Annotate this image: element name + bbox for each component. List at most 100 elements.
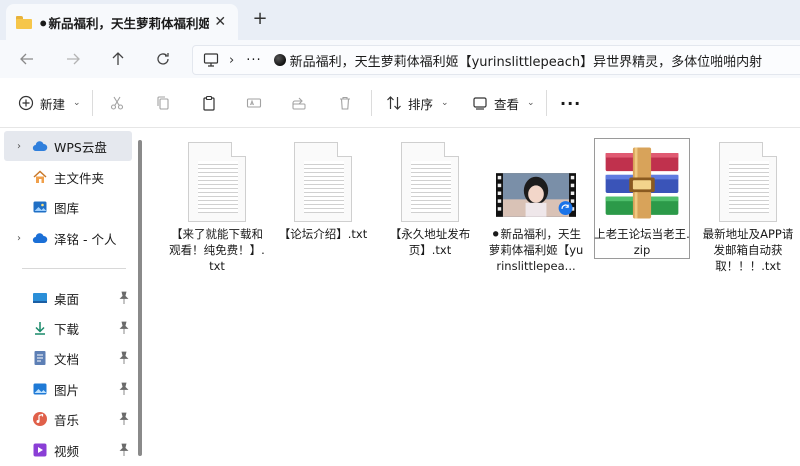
new-button[interactable]: 新建 ⌄ [18, 92, 81, 114]
sidebar-scrollbar[interactable] [138, 140, 142, 456]
cloud-icon [32, 138, 48, 154]
file-name: 【永久地址发布页】.txt [389, 227, 471, 257]
file-item[interactable]: 最新地址及APP请发邮箱自动获取！！！.txt [700, 138, 796, 288]
arrow-left-icon [20, 53, 33, 65]
new-tab-button[interactable]: + [251, 9, 269, 29]
download-icon [32, 320, 48, 336]
copy-button[interactable] [155, 92, 171, 114]
sidebar-item-downloads[interactable]: 下载 [4, 313, 132, 343]
sidebar-item-documents[interactable]: 文档 [4, 343, 132, 373]
sidebar-item-desktop[interactable]: 桌面 [4, 283, 132, 313]
plus-circle-icon [18, 95, 34, 111]
pin-icon[interactable] [118, 351, 130, 365]
chevron-down-icon: ⌄ [73, 98, 81, 108]
rename-icon [246, 98, 262, 108]
share-icon [292, 97, 306, 110]
file-name: 最新地址及APP请发邮箱自动获取！！！.txt [702, 227, 794, 273]
video-thumbnail [496, 140, 576, 222]
gallery-icon [32, 199, 48, 215]
clipboard-icon [203, 95, 215, 111]
more-options-button[interactable]: ··· [560, 92, 581, 114]
chevron-down-icon: ⌄ [441, 98, 449, 108]
sidebar-item-home[interactable]: 主文件夹 [4, 162, 132, 192]
sidebar-item-label: 桌面 [54, 291, 80, 307]
desktop-icon [32, 290, 48, 306]
trash-icon [340, 96, 350, 110]
view-icon [473, 97, 487, 110]
command-bar: 新建 ⌄ 排序 ⌄ 查看 ⌄ ··· [0, 78, 800, 128]
cut-button[interactable] [109, 92, 125, 114]
sidebar-item-gallery[interactable]: 图库 [4, 192, 132, 222]
sidebar-item-label: 下载 [54, 321, 80, 337]
refresh-icon [157, 53, 169, 65]
paste-button[interactable] [201, 92, 217, 114]
zip-archive-icon [602, 140, 682, 222]
file-item[interactable]: 【永久地址发布页】.txt [382, 138, 478, 288]
chevron-right-icon[interactable]: › [12, 141, 26, 152]
new-button-label: 新建 [40, 96, 66, 112]
chevron-right-icon[interactable]: › [12, 233, 26, 244]
tab-current-folder[interactable]: ⚫新品福利，天生萝莉体福利姬 ✕ [6, 4, 238, 40]
sidebar-item-label: WPS云盘 [54, 139, 107, 155]
music-icon [32, 411, 48, 427]
share-button[interactable] [291, 92, 307, 114]
toolbar-divider [546, 90, 547, 116]
document-icon [32, 350, 48, 366]
sidebar-item-wps-cloud[interactable]: › WPS云盘 [4, 131, 132, 161]
refresh-button[interactable] [152, 48, 174, 70]
breadcrumb-separator[interactable]: › [229, 53, 234, 68]
file-item[interactable]: 上老王论坛当老王.zip [594, 138, 690, 259]
address-bar[interactable]: › ··· 新品福利，天生萝莉体福利姬【yurinslittlepeach】异世… [192, 45, 800, 75]
toolbar-divider [371, 90, 372, 116]
toolbar-divider [92, 90, 93, 116]
sidebar-divider [22, 268, 126, 269]
scissors-icon [110, 96, 124, 110]
sort-button[interactable]: 排序 ⌄ [386, 92, 449, 114]
pin-icon[interactable] [118, 321, 130, 335]
onedrive-cloud-icon [32, 230, 48, 246]
view-button-label: 查看 [494, 96, 520, 112]
delete-button[interactable] [337, 92, 353, 114]
monitor-icon [203, 53, 219, 67]
navigation-bar: › ··· 新品福利，天生萝莉体福利姬【yurinslittlepeach】异世… [0, 40, 800, 78]
file-name: 【论坛介绍】.txt [278, 227, 368, 241]
pin-icon[interactable] [118, 412, 130, 426]
home-icon [32, 169, 48, 185]
picture-icon [32, 381, 48, 397]
pin-icon[interactable] [118, 382, 130, 396]
text-file-icon [708, 140, 788, 222]
file-item[interactable]: 【来了就能下载和观看！纯免费！】.txt [169, 138, 265, 288]
folder-icon [16, 15, 32, 29]
file-item[interactable]: ⚫新品福利，天生萝莉体福利姬【yurinslittlepea... [488, 138, 584, 288]
sidebar-item-videos[interactable]: 视频 [4, 435, 132, 465]
file-item[interactable]: 【论坛介绍】.txt [275, 138, 371, 288]
file-name: ⚫新品福利，天生萝莉体福利姬【yurinslittlepea... [488, 227, 584, 273]
file-name: 【来了就能下载和观看！纯免费！】.txt [169, 227, 265, 273]
breadcrumb-overflow[interactable]: ··· [246, 53, 261, 68]
text-file-icon [177, 140, 257, 222]
sidebar-item-pictures[interactable]: 图片 [4, 374, 132, 404]
rename-button[interactable] [246, 92, 262, 114]
pin-icon[interactable] [118, 443, 130, 457]
tab-strip: ⚫新品福利，天生萝莉体福利姬 ✕ + [0, 0, 800, 40]
view-button[interactable]: 查看 ⌄ [472, 92, 535, 114]
tab-close-icon[interactable]: ✕ [213, 14, 229, 30]
sidebar-item-label: 泽铭 - 个人 [54, 231, 117, 247]
video-icon [32, 442, 48, 458]
chevron-down-icon: ⌄ [527, 98, 535, 108]
up-button[interactable] [107, 48, 129, 70]
text-file-icon [283, 140, 363, 222]
sidebar-item-onedrive-personal[interactable]: › 泽铭 - 个人 [4, 223, 132, 253]
breadcrumb-current-folder[interactable]: 新品福利，天生萝莉体福利姬【yurinslittlepeach】异世界精灵，多体… [273, 51, 794, 70]
black-circle-icon [273, 54, 286, 66]
sidebar-item-music[interactable]: 音乐 [4, 404, 132, 434]
forward-button[interactable] [62, 48, 84, 70]
breadcrumb-path-text: 新品福利，天生萝莉体福利姬【yurinslittlepeach】异世界精灵，多体… [289, 54, 763, 70]
sidebar-item-label: 文档 [54, 351, 80, 367]
back-button[interactable] [16, 48, 38, 70]
pin-icon[interactable] [118, 291, 130, 305]
copy-icon [157, 96, 169, 110]
sort-icon [387, 96, 401, 110]
text-file-icon [390, 140, 470, 222]
arrow-right-icon [67, 53, 80, 65]
